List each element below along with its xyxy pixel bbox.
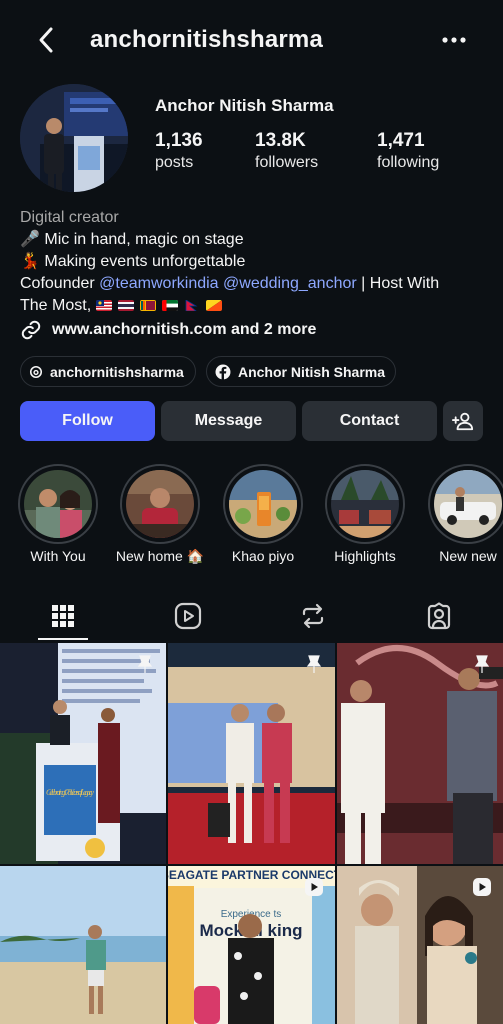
flag-list — [95, 300, 222, 312]
posts-stat[interactable]: 1,136 posts — [155, 130, 203, 174]
bio-line: 💃 Making events unforgettable — [20, 253, 246, 270]
post-thumbnail[interactable]: SEAGATE PARTNER CONNECT Experience ts Mo… — [168, 866, 335, 1024]
highlight-item[interactable]: With You — [18, 464, 98, 564]
repost-icon — [302, 603, 324, 629]
post-thumbnail[interactable] — [0, 866, 166, 1024]
tab-grid[interactable] — [38, 594, 88, 638]
grid-icon — [52, 605, 74, 627]
highlight-item[interactable]: Khao piyo — [223, 464, 303, 564]
bio-line: 🎤 Mic in hand, magic on stage — [20, 231, 244, 248]
bio-text: | Host With — [361, 275, 440, 292]
more-horizontal-icon[interactable] — [438, 26, 470, 54]
posts-count: 1,136 — [155, 130, 203, 151]
profile-avatar[interactable] — [20, 84, 128, 192]
mention-link[interactable]: @wedding_anchor — [223, 275, 357, 292]
pinned-icon — [474, 655, 490, 673]
bio-line: The Most, — [20, 295, 490, 317]
nepal-flag-icon — [185, 300, 198, 312]
top-bar: anchornitishsharma — [0, 0, 503, 80]
category-label: Digital creator — [20, 209, 119, 226]
post-thumbnail[interactable] — [168, 643, 335, 864]
following-count: 1,471 — [377, 130, 425, 151]
highlight-label: Highlights — [334, 548, 396, 564]
followers-stat[interactable]: 13.8K followers — [255, 130, 318, 174]
post-sign-text: Celebrating 178 Years of Legacy — [46, 788, 94, 797]
post-grid: Celebrating 178 Years of Legacy SEAGATE … — [0, 643, 503, 1024]
highlight-label: New new — [439, 548, 497, 564]
highlight-cover — [24, 470, 92, 538]
highlight-item[interactable]: New new — [428, 464, 503, 564]
following-label: following — [377, 154, 440, 171]
display-name: Anchor Nitish Sharma — [155, 96, 334, 115]
followers-label: followers — [255, 154, 319, 171]
profile-username: anchornitishsharma — [90, 26, 323, 53]
reel-indicator-icon — [305, 878, 323, 896]
highlight-label: New home 🏠 — [115, 548, 205, 564]
threads-icon — [29, 365, 43, 378]
sri-lanka-flag-icon — [139, 300, 156, 312]
highlight-item[interactable]: New home 🏠 — [116, 464, 204, 564]
tab-tagged[interactable] — [414, 594, 464, 638]
chevron-left-icon[interactable] — [30, 24, 62, 56]
facebook-pill-label: Anchor Nitish Sharma — [237, 363, 385, 380]
tab-reposts[interactable] — [288, 594, 338, 638]
highlight-cover — [434, 470, 502, 538]
threads-pill[interactable]: anchornitishsharma — [20, 356, 196, 387]
profile-tabs — [0, 594, 503, 640]
highlight-cover — [126, 470, 194, 538]
highlight-item[interactable]: Highlights — [325, 464, 405, 564]
mention-link[interactable]: @teamworkindia — [99, 275, 218, 292]
post-thumbnail[interactable] — [337, 866, 503, 1024]
malaysia-flag-icon — [95, 300, 112, 312]
post-thumbnail[interactable]: Celebrating 178 Years of Legacy — [0, 643, 166, 864]
thailand-flag-icon — [117, 300, 134, 312]
bio: Digital creator 🎤 Mic in hand, magic on … — [20, 207, 490, 317]
website-link[interactable]: www.anchornitish.com and 2 more — [20, 318, 316, 342]
uae-flag-icon — [161, 300, 178, 312]
message-button[interactable]: Message — [161, 401, 296, 441]
bhutan-flag-icon — [205, 300, 222, 312]
post-image — [0, 866, 166, 1024]
tab-reels[interactable] — [163, 594, 213, 638]
post-image — [337, 643, 503, 864]
post-image: Celebrating 178 Years of Legacy — [0, 643, 166, 864]
pinned-icon — [137, 655, 153, 673]
link-icon — [21, 320, 41, 340]
posts-label: posts — [155, 154, 194, 171]
add-user-button[interactable] — [443, 401, 483, 441]
website-link-text: www.anchornitish.com and 2 more — [52, 321, 317, 338]
post-image — [168, 643, 335, 864]
follow-button[interactable]: Follow — [20, 401, 155, 441]
tagged-user-icon — [427, 602, 451, 630]
reel-indicator-icon — [473, 878, 491, 896]
add-person-icon — [452, 412, 474, 431]
reels-icon — [174, 602, 202, 630]
highlight-cover — [229, 470, 297, 538]
highlight-cover — [331, 470, 399, 538]
following-stat[interactable]: 1,471 following — [377, 130, 439, 174]
pinned-icon — [306, 655, 322, 673]
facebook-pill[interactable]: Anchor Nitish Sharma — [206, 356, 396, 387]
followers-count: 13.8K — [255, 130, 306, 151]
bio-text: Cofounder — [20, 275, 95, 292]
bio-line: Cofounder @teamworkindia @wedding_anchor… — [20, 273, 490, 295]
active-tab-indicator — [38, 638, 88, 640]
contact-button[interactable]: Contact — [302, 401, 437, 441]
bio-text: The Most, — [20, 297, 92, 314]
threads-pill-label: anchornitishsharma — [50, 363, 184, 380]
post-thumbnail[interactable] — [337, 643, 503, 864]
facebook-icon — [215, 364, 231, 380]
